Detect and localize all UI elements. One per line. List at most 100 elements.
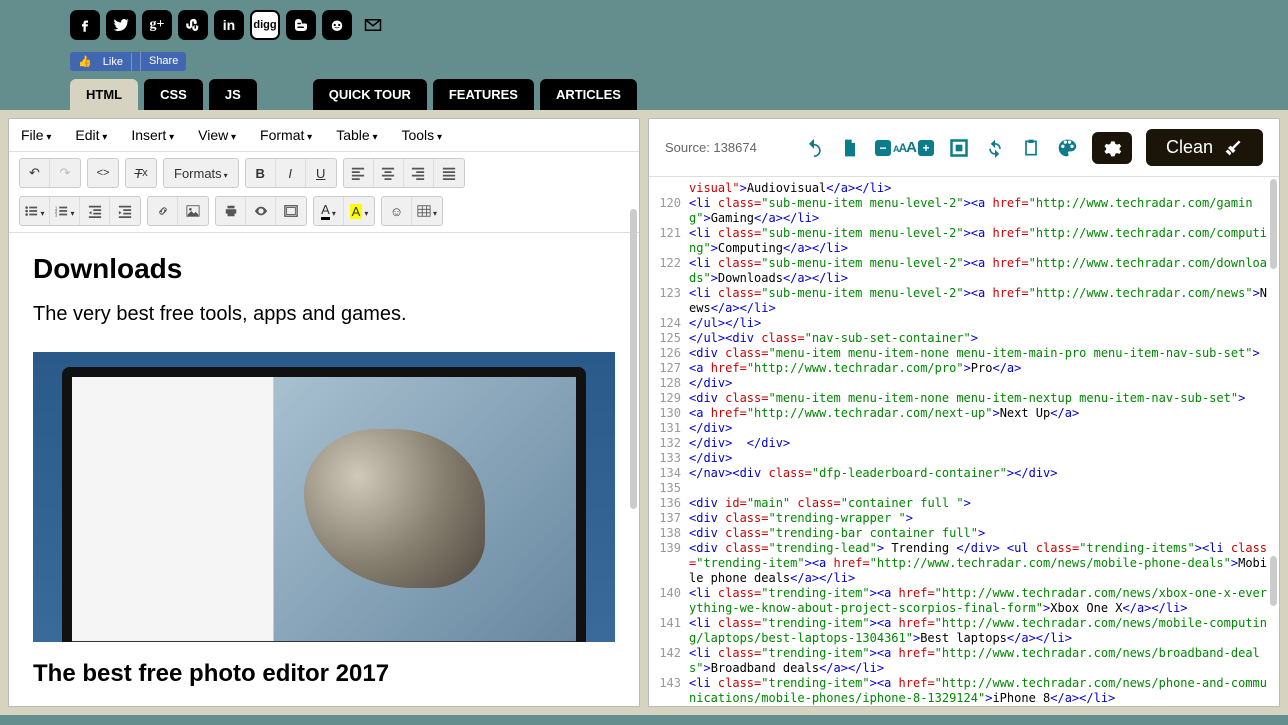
source-scrollbar[interactable] bbox=[1270, 179, 1277, 269]
emoji-button[interactable]: ☺ bbox=[382, 197, 412, 225]
stumbleupon-icon[interactable] bbox=[178, 10, 208, 40]
code-line: 121<li class="sub-menu-item menu-level-2… bbox=[649, 226, 1279, 256]
tab-css[interactable]: CSS bbox=[144, 79, 203, 110]
font-size-indicator: AAA bbox=[893, 139, 916, 157]
code-line: 139<div class="trending-lead"> Trending … bbox=[649, 541, 1279, 586]
googleplus-icon[interactable]: g+ bbox=[142, 10, 172, 40]
tab-articles[interactable]: ARTICLES bbox=[540, 79, 637, 110]
code-line: 122<li class="sub-menu-item menu-level-2… bbox=[649, 256, 1279, 286]
fullscreen-button[interactable] bbox=[276, 197, 306, 225]
align-justify-button[interactable] bbox=[434, 159, 464, 187]
number-list-button[interactable]: 123 bbox=[50, 197, 80, 225]
svg-text:3: 3 bbox=[55, 212, 58, 217]
linkedin-icon[interactable]: in bbox=[214, 10, 244, 40]
code-line: 128</div> bbox=[649, 376, 1279, 391]
undo-source-button[interactable] bbox=[803, 137, 825, 159]
content-h1: Downloads bbox=[33, 253, 615, 285]
social-row: g+ in digg bbox=[70, 10, 1218, 40]
tab-quicktour[interactable]: QUICK TOUR bbox=[313, 79, 427, 110]
palette-button[interactable] bbox=[1056, 137, 1078, 159]
italic-button[interactable]: I bbox=[276, 159, 306, 187]
code-line: 125</ul><div class="nav-sub-set-containe… bbox=[649, 331, 1279, 346]
facebook-icon[interactable] bbox=[70, 10, 100, 40]
tab-js[interactable]: JS bbox=[209, 79, 257, 110]
settings-button[interactable] bbox=[1092, 132, 1132, 164]
bold-button[interactable]: B bbox=[246, 159, 276, 187]
menu-edit[interactable]: Edit bbox=[75, 127, 107, 143]
code-line: 137<div class="trending-wrapper "> bbox=[649, 511, 1279, 526]
clipboard-button[interactable] bbox=[1020, 137, 1042, 159]
source-code-area[interactable]: visual">Audiovisual</a></li>120<li class… bbox=[649, 177, 1279, 706]
align-right-button[interactable] bbox=[404, 159, 434, 187]
code-line: 143<li class="trending-item"><a href="ht… bbox=[649, 676, 1279, 706]
align-center-button[interactable] bbox=[374, 159, 404, 187]
source-scrollbar[interactable] bbox=[1270, 556, 1277, 606]
redo-button[interactable]: ↷ bbox=[50, 159, 80, 187]
code-line: 142<li class="trending-item"><a href="ht… bbox=[649, 646, 1279, 676]
print-button[interactable] bbox=[216, 197, 246, 225]
clean-button-label: Clean bbox=[1166, 137, 1213, 158]
broom-icon bbox=[1223, 138, 1243, 158]
editor-scrollbar[interactable] bbox=[630, 209, 637, 509]
article-image bbox=[33, 352, 615, 642]
code-line: 134</nav><div class="dfp-leaderboard-con… bbox=[649, 466, 1279, 481]
undo-button[interactable]: ↶ bbox=[20, 159, 50, 187]
menu-insert[interactable]: Insert bbox=[131, 127, 174, 143]
fb-like-label: Like bbox=[95, 53, 132, 71]
image-button[interactable] bbox=[178, 197, 208, 225]
new-doc-button[interactable] bbox=[839, 137, 861, 159]
code-line: 126<div class="menu-item menu-item-none … bbox=[649, 346, 1279, 361]
tab-features[interactable]: FEATURES bbox=[433, 79, 534, 110]
menu-format[interactable]: Format bbox=[260, 127, 312, 143]
code-line: visual">Audiovisual</a></li> bbox=[649, 181, 1279, 196]
fb-like-widget[interactable]: 👍 Like Share bbox=[70, 52, 186, 71]
table-button[interactable] bbox=[412, 197, 442, 225]
nav-tabs: HTMLCSSJS QUICK TOURFEATURESARTICLES bbox=[0, 79, 1288, 110]
code-line: 120<li class="sub-menu-item menu-level-2… bbox=[649, 196, 1279, 226]
editor-menubar: File Edit Insert View Format Table Tools bbox=[9, 119, 639, 152]
bullet-list-button[interactable] bbox=[20, 197, 50, 225]
source-code-button[interactable]: <> bbox=[88, 159, 118, 187]
content-intro: The very best free tools, apps and games… bbox=[33, 303, 615, 326]
menu-table[interactable]: Table bbox=[336, 127, 377, 143]
code-line: 135 bbox=[649, 481, 1279, 496]
align-left-button[interactable] bbox=[344, 159, 374, 187]
clean-button[interactable]: Clean bbox=[1146, 129, 1263, 166]
content-h2: The best free photo editor 2017 bbox=[33, 660, 615, 688]
editor-toolbar: ↶ ↷ <> Tx Formats B I U bbox=[9, 152, 639, 233]
editor-content[interactable]: Downloads The very best free tools, apps… bbox=[9, 233, 639, 706]
preview-button[interactable] bbox=[246, 197, 276, 225]
menu-view[interactable]: View bbox=[198, 127, 236, 143]
compress-button[interactable] bbox=[948, 137, 970, 159]
font-increase-button[interactable]: + bbox=[918, 140, 934, 156]
text-color-button[interactable]: A bbox=[314, 197, 344, 225]
digg-icon[interactable]: digg bbox=[250, 10, 280, 40]
font-decrease-button[interactable]: − bbox=[875, 140, 891, 156]
code-line: 138<div class="trending-bar container fu… bbox=[649, 526, 1279, 541]
underline-button[interactable]: U bbox=[306, 159, 336, 187]
email-icon[interactable] bbox=[358, 10, 388, 40]
code-line: 141<li class="trending-item"><a href="ht… bbox=[649, 616, 1279, 646]
refresh-button[interactable] bbox=[984, 137, 1006, 159]
clear-format-button[interactable]: Tx bbox=[126, 159, 156, 187]
menu-tools[interactable]: Tools bbox=[401, 127, 442, 143]
menu-file[interactable]: File bbox=[21, 127, 51, 143]
visual-editor-pane: File Edit Insert View Format Table Tools ↶ ↷ <… bbox=[8, 118, 640, 707]
reddit-icon[interactable] bbox=[322, 10, 352, 40]
bg-color-button[interactable]: A bbox=[344, 197, 374, 225]
twitter-icon[interactable] bbox=[106, 10, 136, 40]
font-size-control[interactable]: − AAA + bbox=[875, 139, 934, 157]
tab-html[interactable]: HTML bbox=[70, 79, 138, 110]
fb-share-label: Share bbox=[141, 52, 186, 71]
code-line: 129<div class="menu-item menu-item-none … bbox=[649, 391, 1279, 406]
code-line: 132</div> </div> bbox=[649, 436, 1279, 451]
source-char-count: Source: 138674 bbox=[665, 140, 757, 155]
indent-button[interactable] bbox=[110, 197, 140, 225]
blogger-icon[interactable] bbox=[286, 10, 316, 40]
formats-dropdown[interactable]: Formats bbox=[164, 159, 238, 187]
link-button[interactable] bbox=[148, 197, 178, 225]
source-code-pane: Source: 138674 − AAA + Clean visual">Aud… bbox=[648, 118, 1280, 707]
outdent-button[interactable] bbox=[80, 197, 110, 225]
code-line: 131</div> bbox=[649, 421, 1279, 436]
code-line: 123<li class="sub-menu-item menu-level-2… bbox=[649, 286, 1279, 316]
